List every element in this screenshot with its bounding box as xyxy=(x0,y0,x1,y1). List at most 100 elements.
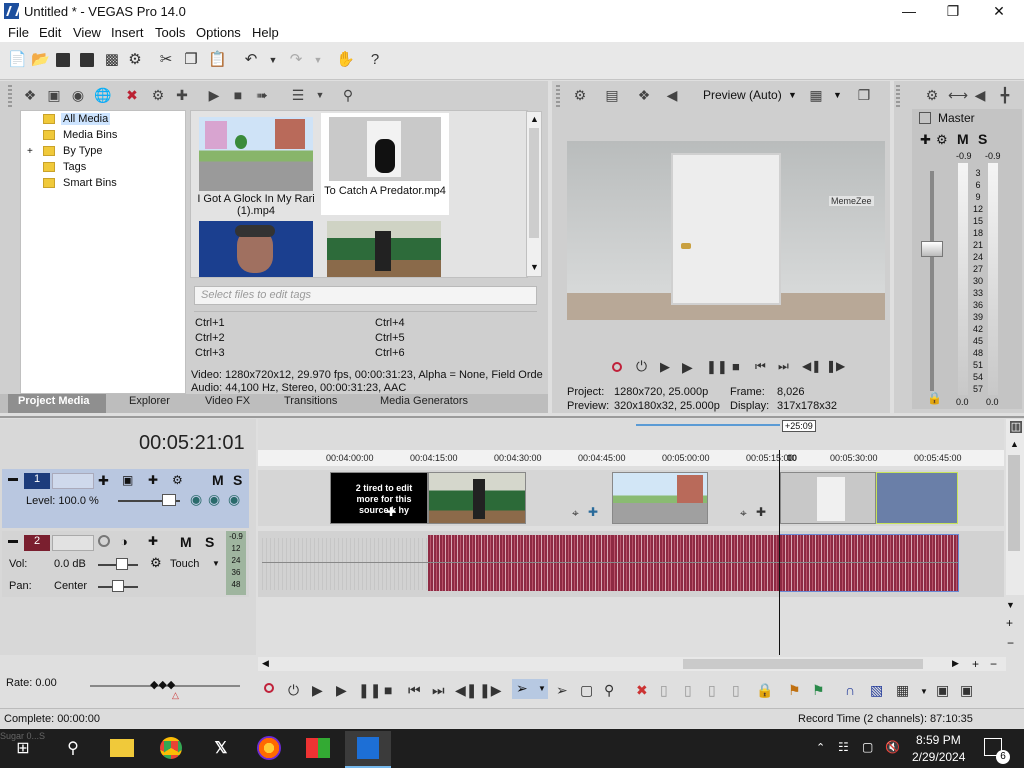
help-icon[interactable]: ? xyxy=(367,52,383,68)
pan-slider-thumb[interactable] xyxy=(112,580,124,592)
audio-clip-selected[interactable] xyxy=(779,534,959,592)
tab-explorer[interactable]: Explorer xyxy=(129,395,170,407)
go-to-start-icon[interactable]: ⏮ xyxy=(408,682,421,699)
view-toggle-icon[interactable]: ◀ xyxy=(664,87,680,103)
play-icon[interactable]: ▶ xyxy=(682,359,693,376)
menu-edit[interactable]: Edit xyxy=(39,25,61,40)
tags-input[interactable]: Select files to edit tags xyxy=(194,286,537,305)
media-thumbnail[interactable] xyxy=(327,221,441,277)
pause-icon[interactable]: ❚❚ xyxy=(706,359,728,375)
trim-end-icon[interactable]: ▯ xyxy=(708,682,716,699)
master-solo-button[interactable]: S xyxy=(978,131,987,147)
media-item-selected[interactable]: To Catch A Predator.mp4 xyxy=(321,113,449,215)
play-icon[interactable]: ▶ xyxy=(206,87,222,103)
scroll-left-icon[interactable]: ◀ xyxy=(262,658,269,669)
get-media-icon[interactable]: ◉ xyxy=(70,87,86,103)
track-motion-icon[interactable]: ✚ xyxy=(98,473,109,489)
master-fx-icon[interactable]: ⚙ xyxy=(936,132,948,148)
overlays-icon[interactable]: ▦ xyxy=(808,87,824,103)
vol-slider-thumb[interactable] xyxy=(116,558,128,570)
video-clip-selected[interactable] xyxy=(876,472,958,524)
save-as-icon[interactable] xyxy=(80,53,94,67)
text-clip[interactable]: 2 tired to edit more for this source k h… xyxy=(330,472,428,524)
pause-icon[interactable]: ❚❚ xyxy=(358,682,381,699)
event-fx-icon[interactable]: ✚ xyxy=(386,505,396,519)
dim-icon[interactable]: ◀ xyxy=(972,87,988,103)
stop-icon[interactable]: ■ xyxy=(732,359,740,374)
track-name-input[interactable] xyxy=(52,535,94,551)
scroll-down-icon[interactable]: ▼ xyxy=(530,262,539,272)
level-slider-thumb[interactable] xyxy=(162,494,176,506)
scroll-down-icon[interactable]: ▼ xyxy=(1006,600,1015,610)
settings-icon[interactable]: ⚙ xyxy=(127,52,143,68)
menu-file[interactable]: File xyxy=(8,25,29,40)
stop-icon[interactable]: ■ xyxy=(230,87,246,103)
next-frame-icon[interactable]: ❚▶ xyxy=(826,359,845,373)
splitter[interactable] xyxy=(0,416,1024,418)
previous-frame-icon[interactable]: ◀❚ xyxy=(802,359,821,373)
delete-icon[interactable]: ✖ xyxy=(636,682,648,699)
zoom-out-h-icon[interactable]: − xyxy=(990,657,997,671)
zoom-in-h-icon[interactable]: + xyxy=(972,657,979,671)
time-ruler[interactable]: 00:04:00:00 00:04:15:00 00:04:30:00 00:0… xyxy=(258,450,1004,466)
play-from-start-icon[interactable]: ▶ xyxy=(312,682,323,699)
render-icon[interactable]: ▩ xyxy=(104,52,120,68)
minimize-button[interactable]: — xyxy=(886,0,932,23)
master-mute-button[interactable]: M xyxy=(957,131,969,147)
menu-view[interactable]: View xyxy=(73,25,101,40)
timeline-vertical-scrollbar[interactable]: ◫ ▲ xyxy=(1006,419,1024,595)
split-icon[interactable]: ▯ xyxy=(732,682,740,699)
preview-quality-dropdown-icon[interactable]: ▼ xyxy=(788,90,797,100)
media-thumbnail[interactable] xyxy=(199,117,313,191)
scroll-up-icon[interactable]: ▲ xyxy=(530,114,539,124)
tree-item-smart-bins[interactable]: Smart Bins xyxy=(63,177,117,189)
master-fader[interactable] xyxy=(921,241,943,257)
scroll-thumb[interactable] xyxy=(683,659,923,669)
preview-quality-select[interactable]: Preview (Auto) xyxy=(703,88,782,102)
media-fx-icon[interactable]: ⚙ xyxy=(150,87,166,103)
remove-icon[interactable]: ✖ xyxy=(124,87,140,103)
scroll-thumb[interactable] xyxy=(529,128,539,238)
video-clip[interactable] xyxy=(780,472,876,524)
comment-icon[interactable]: ◫ xyxy=(1010,421,1022,433)
tab-video-fx[interactable]: Video FX xyxy=(205,395,250,407)
capture-icon[interactable]: ▣ xyxy=(46,87,62,103)
child-icon[interactable]: ◉ xyxy=(228,491,240,508)
save-icon[interactable] xyxy=(56,53,70,67)
ripple-dropdown-icon[interactable]: ▼ xyxy=(920,687,928,696)
tree-item-tags[interactable]: Tags xyxy=(63,161,86,173)
new-icon[interactable]: 📄 xyxy=(8,52,27,68)
tree-item-media-bins[interactable]: Media Bins xyxy=(63,129,117,141)
arm-for-record-icon[interactable] xyxy=(98,535,110,547)
collapse-icon[interactable]: ▬ xyxy=(8,535,18,546)
automation-icon[interactable]: ⚙ xyxy=(150,555,162,571)
web-icon[interactable]: 🌐 xyxy=(94,87,111,103)
collapse-icon[interactable]: ▬ xyxy=(8,473,18,484)
vegas-taskbar-button[interactable] xyxy=(345,731,391,768)
fader-mode-icon[interactable]: ✚ xyxy=(920,132,931,148)
scroll-thumb[interactable] xyxy=(1008,455,1020,551)
track-settings-icon[interactable]: ⚙ xyxy=(172,473,183,487)
media-thumbnail[interactable] xyxy=(199,221,313,277)
track-solo-button[interactable]: S xyxy=(233,472,242,488)
event-fx-icon[interactable]: ✚ xyxy=(588,505,598,519)
redo-dropdown-icon[interactable]: ▼ xyxy=(310,52,326,68)
copy-icon[interactable]: ❐ xyxy=(183,52,199,68)
clock-date[interactable]: 2/29/2024 xyxy=(912,750,965,764)
trim-icon[interactable]: ▯ xyxy=(660,682,668,699)
audio-track-header[interactable]: ▬ 2 ◑ ✚ M S Vol: 0.0 dB ⚙ Touch ▼ Pan: C… xyxy=(2,531,249,597)
record-icon[interactable] xyxy=(612,362,622,372)
marker-icon[interactable]: ⚑ xyxy=(788,682,801,699)
record-icon[interactable] xyxy=(264,683,274,693)
display-icon[interactable]: ▢ xyxy=(862,740,873,754)
track-fx-icon[interactable]: ✚ xyxy=(148,534,158,548)
external-monitor-icon[interactable]: ▤ xyxy=(604,87,620,103)
audio-clip[interactable] xyxy=(428,535,612,591)
x-app-icon[interactable]: 𝕏 xyxy=(206,734,236,764)
menu-insert[interactable]: Insert xyxy=(111,25,144,40)
copy-snapshot-icon[interactable]: ❐ xyxy=(856,87,872,103)
trim-start-icon[interactable]: ▯ xyxy=(684,682,692,699)
event-fx-icon[interactable]: ✚ xyxy=(756,505,766,519)
track-mute-button[interactable]: M xyxy=(180,534,192,550)
auto-crossfade-icon[interactable]: ▧ xyxy=(870,682,883,699)
